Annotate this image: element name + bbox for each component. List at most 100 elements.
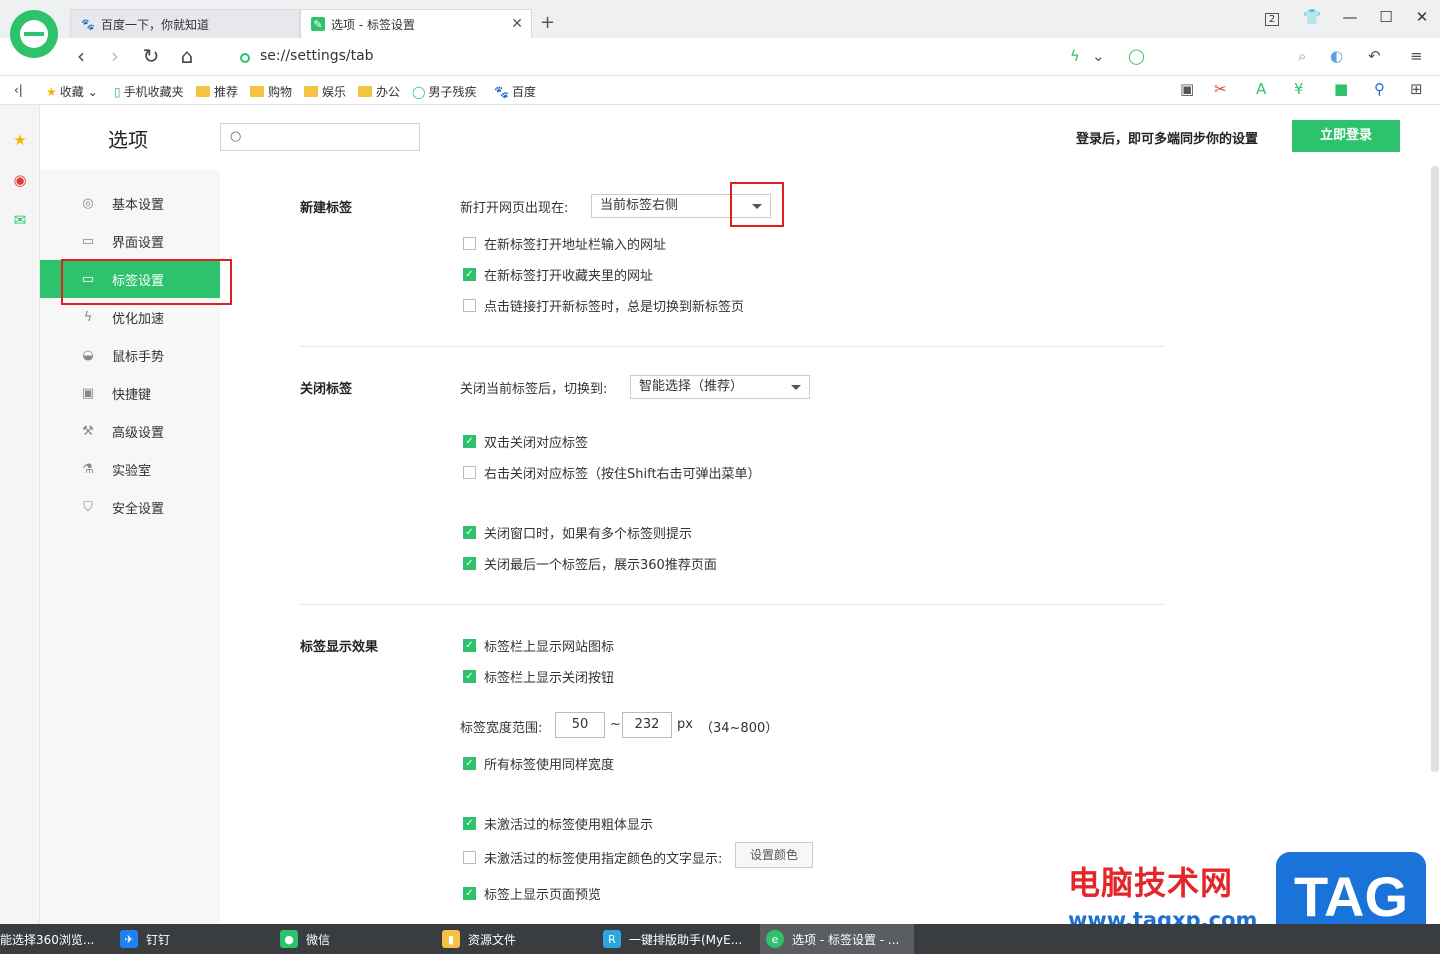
nav-item-security[interactable]: ⛉ 安全设置 (40, 488, 220, 526)
browser-logo[interactable] (10, 10, 58, 58)
coupon-icon[interactable]: ¥ (1294, 80, 1304, 98)
wrench-icon: ⚒ (82, 423, 94, 439)
edge-icon[interactable]: ◐ (1330, 47, 1343, 65)
chevron-down-icon[interactable]: ⌄ (1092, 47, 1105, 65)
bookmark-folder[interactable]: 办公 (358, 83, 400, 100)
checkbox-right-click-close[interactable]: 右击关闭对应标签（按住Shift右击可弹出菜单） (463, 463, 761, 482)
checkbox-box (463, 299, 476, 312)
window-icon: ▭ (81, 233, 95, 249)
chevron-down-icon: ⌄ (87, 84, 98, 99)
checkbox-show-360-page[interactable]: ✓ 关闭最后一个标签后，展示360推荐页面 (463, 554, 717, 573)
bookmark-folder[interactable]: 推荐 (196, 83, 238, 100)
checkmark-icon: ✓ (463, 757, 476, 770)
home-icon[interactable]: ⌂ (174, 44, 200, 68)
nav-item-advanced[interactable]: ⚒ 高级设置 (40, 412, 220, 450)
skin-icon[interactable]: 👕 (1302, 8, 1322, 26)
tab-width-min-input[interactable]: 50 (555, 712, 605, 738)
taskbar-item-dingtalk[interactable]: ✈ 钉钉 (120, 924, 270, 954)
scissors-icon[interactable]: ✂ (1214, 80, 1227, 98)
mail-icon[interactable]: ✉ (10, 211, 30, 231)
game-icon[interactable]: ■ (1334, 80, 1348, 98)
bookmark-folder[interactable]: 购物 (250, 83, 292, 100)
taskbar-item[interactable]: 能选择360浏览... (0, 924, 110, 954)
checkbox-switch-new-tab[interactable]: 点击链接打开新标签时，总是切换到新标签页 (463, 296, 744, 315)
checkbox-double-click-close[interactable]: ✓ 双击关闭对应标签 (463, 432, 588, 451)
extensions-icon[interactable]: ⊞ (1410, 80, 1423, 98)
maximize-icon[interactable]: ☐ (1376, 8, 1396, 26)
checkbox-show-close-button[interactable]: ✓ 标签栏上显示关闭按钮 (463, 667, 614, 686)
magnifier-icon[interactable]: ⚲ (1374, 80, 1385, 98)
nav-item-lab[interactable]: ⚗ 实验室 (40, 450, 220, 488)
folder-icon (304, 86, 318, 97)
browser-logo-icon: e (766, 930, 784, 948)
menu-icon[interactable]: ≡ (1410, 47, 1423, 65)
lightning-icon[interactable]: ϟ (1070, 47, 1080, 65)
checkbox-open-favorites[interactable]: ✓ 在新标签打开收藏夹里的网址 (463, 265, 653, 284)
weibo-icon[interactable]: ◉ (10, 171, 30, 191)
checkbox-box (463, 851, 476, 864)
nav-item-mouse[interactable]: ◒ 鼠标手势 (40, 336, 220, 374)
refresh-icon[interactable]: ↻ (138, 44, 164, 68)
search-engine-icon[interactable]: ◯ (1128, 47, 1145, 65)
bookmark-mobile[interactable]: ▯ 手机收藏夹 (114, 83, 184, 100)
tab-width-separator: ~ (610, 717, 621, 732)
search-input[interactable]: ○ (220, 123, 420, 151)
keyboard-icon: ▣ (81, 385, 95, 401)
set-color-button[interactable]: 设置颜色 (735, 842, 813, 868)
taskbar-item-browser[interactable]: e 选项 - 标签设置 - ... (760, 924, 914, 954)
checkbox-page-preview[interactable]: ✓ 标签上显示页面预览 (463, 884, 601, 903)
secure-icon (240, 53, 250, 63)
tab-count-badge[interactable]: 2 (1262, 8, 1282, 26)
taskbar-item-folder[interactable]: ▮ 资源文件 (442, 924, 592, 954)
close-tab-icon[interactable]: ✕ (511, 16, 523, 32)
taskbar-item-typeset[interactable]: R 一键排版助手(MyE... (603, 924, 755, 954)
checkbox-same-width[interactable]: ✓ 所有标签使用同样宽度 (463, 754, 614, 773)
wrench-icon: ✎ (311, 17, 325, 31)
folder-icon (358, 86, 372, 97)
checkbox-open-address[interactable]: 在新标签打开地址栏输入的网址 (463, 234, 666, 253)
favorites-star-icon[interactable]: ★ (10, 131, 30, 151)
checkbox-show-site-icon[interactable]: ✓ 标签栏上显示网站图标 (463, 636, 614, 655)
checkmark-icon: ✓ (463, 268, 476, 281)
baidu-paw-icon: 🐾 (494, 84, 509, 99)
nav-item-basic[interactable]: ◎ 基本设置 (40, 184, 220, 222)
checkbox-color-unactivated[interactable]: 未激活过的标签使用指定颜色的文字显示: (463, 848, 722, 867)
checkmark-icon: ✓ (463, 817, 476, 830)
checkbox-box (463, 237, 476, 250)
new-tab-icon[interactable]: + (540, 12, 555, 33)
back-icon[interactable]: ‹ (68, 44, 94, 68)
section-divider (300, 604, 1164, 605)
forward-icon[interactable]: › (102, 44, 128, 68)
taskbar-item-wechat[interactable]: ● 微信 (280, 924, 430, 954)
nav-item-interface[interactable]: ▭ 界面设置 (40, 222, 220, 260)
address-bar: ‹ › ↻ ⌂ se://settings/tab ϟ ⌄ ◯ ⌕ ◐ ↶ ≡ (0, 38, 1440, 76)
tab-settings[interactable]: ✎ 选项 - 标签设置 ✕ (300, 9, 532, 38)
minimize-icon[interactable]: — (1340, 8, 1360, 26)
baidu-paw-icon: 🐾 (81, 17, 95, 31)
search-icon[interactable]: ⌕ (1298, 47, 1306, 65)
switch-after-close-select[interactable]: 智能选择（推荐） (630, 375, 810, 399)
star-icon: ★ (46, 84, 57, 99)
checkmark-icon: ✓ (463, 557, 476, 570)
url-input[interactable]: se://settings/tab (260, 48, 374, 64)
scrollbar[interactable] (1431, 166, 1439, 772)
undo-icon[interactable]: ↶ (1368, 47, 1381, 65)
gear-icon: ◎ (82, 195, 94, 211)
sidebar-toggle-icon[interactable]: ‹| (14, 83, 23, 97)
tab-width-label: 标签宽度范围: (460, 721, 543, 736)
checkbox-close-window-prompt[interactable]: ✓ 关闭窗口时，如果有多个标签则提示 (463, 523, 692, 542)
bookmark-baidu[interactable]: 🐾 百度 (494, 83, 536, 100)
open-position-label: 新打开网页出现在: (460, 201, 569, 216)
login-button[interactable]: 立即登录 (1292, 120, 1400, 152)
nav-item-shortcut[interactable]: ▣ 快捷键 (40, 374, 220, 412)
reader-icon[interactable]: ▣ (1180, 80, 1194, 98)
tab-baidu[interactable]: 🐾 百度一下，你就知道 (70, 9, 300, 38)
checkbox-bold-unactivated[interactable]: ✓ 未激活过的标签使用粗体显示 (463, 814, 653, 833)
bookmark-favorites[interactable]: ★ 收藏 ⌄ (46, 83, 98, 100)
close-window-icon[interactable]: ✕ (1412, 8, 1432, 26)
bookmark-link[interactable]: ◯ 男子残疾 (412, 83, 476, 100)
bookmark-folder[interactable]: 娱乐 (304, 83, 346, 100)
translate-icon[interactable]: A (1256, 80, 1266, 98)
tab-width-max-input[interactable]: 232 (622, 712, 672, 738)
folder-icon: ▮ (442, 930, 460, 948)
